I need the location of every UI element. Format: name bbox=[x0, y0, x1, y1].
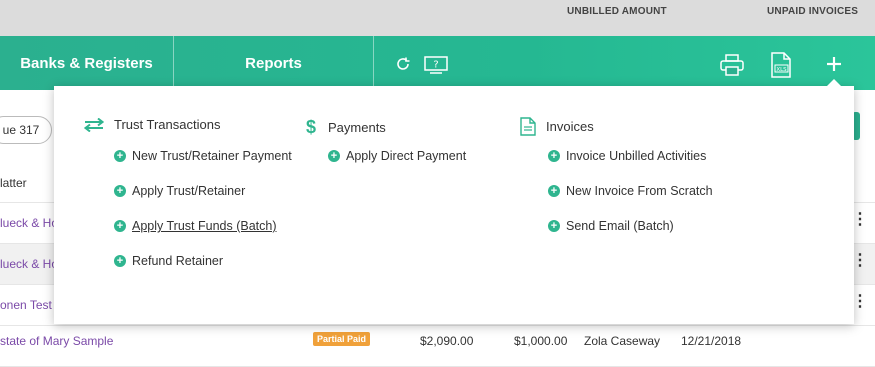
menu-item-label: Apply Direct Payment bbox=[346, 149, 467, 163]
plus-circle-icon: + bbox=[548, 185, 560, 197]
document-icon bbox=[520, 117, 538, 136]
menu-item-label: Apply Trust Funds (Batch) bbox=[132, 219, 277, 233]
amount-cell: $2,090.00 bbox=[420, 334, 474, 348]
menu-item-new-trust-retainer-payment[interactable]: + New Trust/Retainer Payment bbox=[114, 149, 292, 163]
help-screen-icon[interactable]: ? bbox=[424, 56, 448, 79]
menu-item-invoice-unbilled-activities[interactable]: + Invoice Unbilled Activities bbox=[548, 149, 706, 163]
status-badge: Partial Paid bbox=[313, 332, 371, 346]
menu-item-apply-trust-funds-batch[interactable]: + Apply Trust Funds (Batch) bbox=[114, 219, 277, 233]
payments-heading: $ Payments bbox=[306, 117, 386, 138]
plus-circle-icon: + bbox=[114, 255, 126, 267]
plus-circle-icon: + bbox=[328, 150, 340, 162]
matter-link[interactable]: lueck & Ho bbox=[0, 216, 58, 230]
add-plus-icon[interactable] bbox=[826, 56, 842, 77]
date-cell: 12/21/2018 bbox=[681, 334, 742, 348]
menu-item-label: Refund Retainer bbox=[132, 254, 224, 268]
print-icon[interactable] bbox=[720, 54, 744, 81]
matter-link[interactable]: lueck & Ho bbox=[0, 257, 58, 271]
unpaid-invoices-header[interactable]: UNPAID INVOICES bbox=[767, 6, 858, 17]
add-new-dropdown-menu: Trust Transactions + New Trust/Retainer … bbox=[54, 79, 854, 324]
menu-item-apply-trust-retainer[interactable]: + Apply Trust/Retainer bbox=[114, 184, 245, 198]
refresh-icon[interactable] bbox=[395, 56, 411, 77]
invoices-title: Invoices bbox=[546, 119, 594, 134]
payments-title: Payments bbox=[328, 120, 386, 135]
plus-circle-icon: + bbox=[114, 220, 126, 232]
dropdown-caret bbox=[826, 79, 842, 87]
menu-item-refund-retainer[interactable]: + Refund Retainer bbox=[114, 254, 223, 268]
menu-item-label: Send Email (Batch) bbox=[566, 219, 674, 233]
trust-transactions-heading: Trust Transactions bbox=[84, 117, 220, 132]
nav-separator bbox=[373, 36, 374, 90]
person-cell: Zola Caseway bbox=[584, 334, 661, 348]
transfer-arrows-icon bbox=[84, 117, 106, 132]
table-row[interactable]: state of Mary Sample Partial Paid $2,090… bbox=[0, 326, 875, 367]
menu-item-send-email-batch[interactable]: + Send Email (Batch) bbox=[548, 219, 674, 233]
menu-item-label: New Trust/Retainer Payment bbox=[132, 149, 292, 163]
plus-circle-icon: + bbox=[114, 150, 126, 162]
plus-circle-icon: + bbox=[548, 150, 560, 162]
invoices-heading: Invoices bbox=[520, 117, 594, 136]
dollar-icon: $ bbox=[306, 117, 317, 137]
plus-circle-icon: + bbox=[114, 185, 126, 197]
plus-circle-icon: + bbox=[548, 220, 560, 232]
amount-cell: $1,000.00 bbox=[514, 334, 568, 348]
nav-reports[interactable]: Reports bbox=[174, 36, 373, 90]
svg-text:XLS: XLS bbox=[776, 67, 787, 73]
export-xls-icon[interactable]: XLS bbox=[769, 52, 793, 83]
menu-item-label: New Invoice From Scratch bbox=[566, 184, 713, 198]
matter-link[interactable]: onen Test bbox=[0, 298, 52, 312]
table-header-strip: UNBILLED AMOUNT UNPAID INVOICES bbox=[0, 0, 875, 36]
main-nav-bar: Banks & Registers Reports ? XLS bbox=[0, 36, 875, 90]
menu-item-apply-direct-payment[interactable]: + Apply Direct Payment bbox=[328, 149, 466, 163]
matter-column-header[interactable]: latter bbox=[0, 176, 27, 190]
matter-link[interactable]: state of Mary Sample bbox=[0, 334, 113, 348]
menu-item-label: Apply Trust/Retainer bbox=[132, 184, 246, 198]
nav-banks-registers[interactable]: Banks & Registers bbox=[0, 36, 173, 90]
menu-item-new-invoice-from-scratch[interactable]: + New Invoice From Scratch bbox=[548, 184, 713, 198]
issue-pill[interactable]: ue 317 bbox=[0, 116, 52, 144]
unbilled-amount-header[interactable]: UNBILLED AMOUNT bbox=[567, 6, 667, 17]
trust-transactions-title: Trust Transactions bbox=[114, 117, 221, 132]
svg-text:?: ? bbox=[433, 60, 438, 71]
menu-item-label: Invoice Unbilled Activities bbox=[566, 149, 707, 163]
